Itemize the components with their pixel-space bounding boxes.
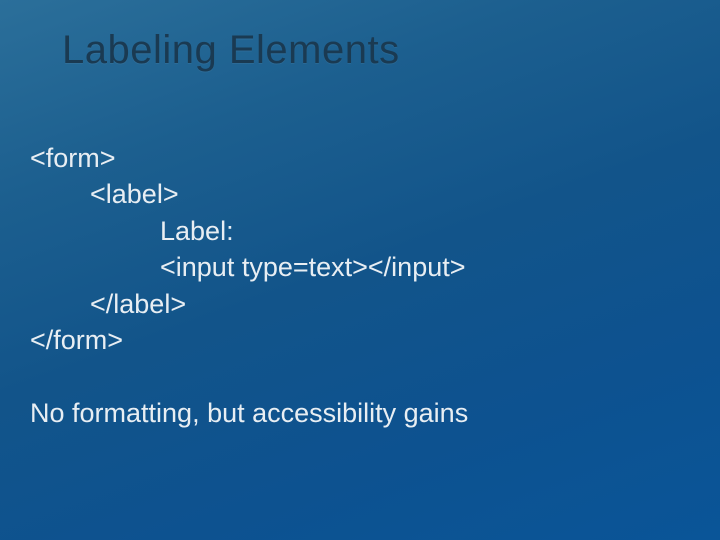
- code-line-2: <label>: [30, 176, 680, 212]
- code-line-3: Label:: [30, 213, 680, 249]
- code-line-5: </label>: [30, 286, 680, 322]
- slide-title: Labeling Elements: [62, 28, 400, 73]
- footnote-text: No formatting, but accessibility gains: [30, 395, 680, 431]
- slide: Labeling Elements <form> <label> Label: …: [0, 0, 720, 540]
- code-line-4: <input type=text></input>: [30, 249, 680, 285]
- code-line-6: </form>: [30, 322, 680, 358]
- code-line-1: <form>: [30, 140, 680, 176]
- slide-body: <form> <label> Label: <input type=text><…: [30, 140, 680, 431]
